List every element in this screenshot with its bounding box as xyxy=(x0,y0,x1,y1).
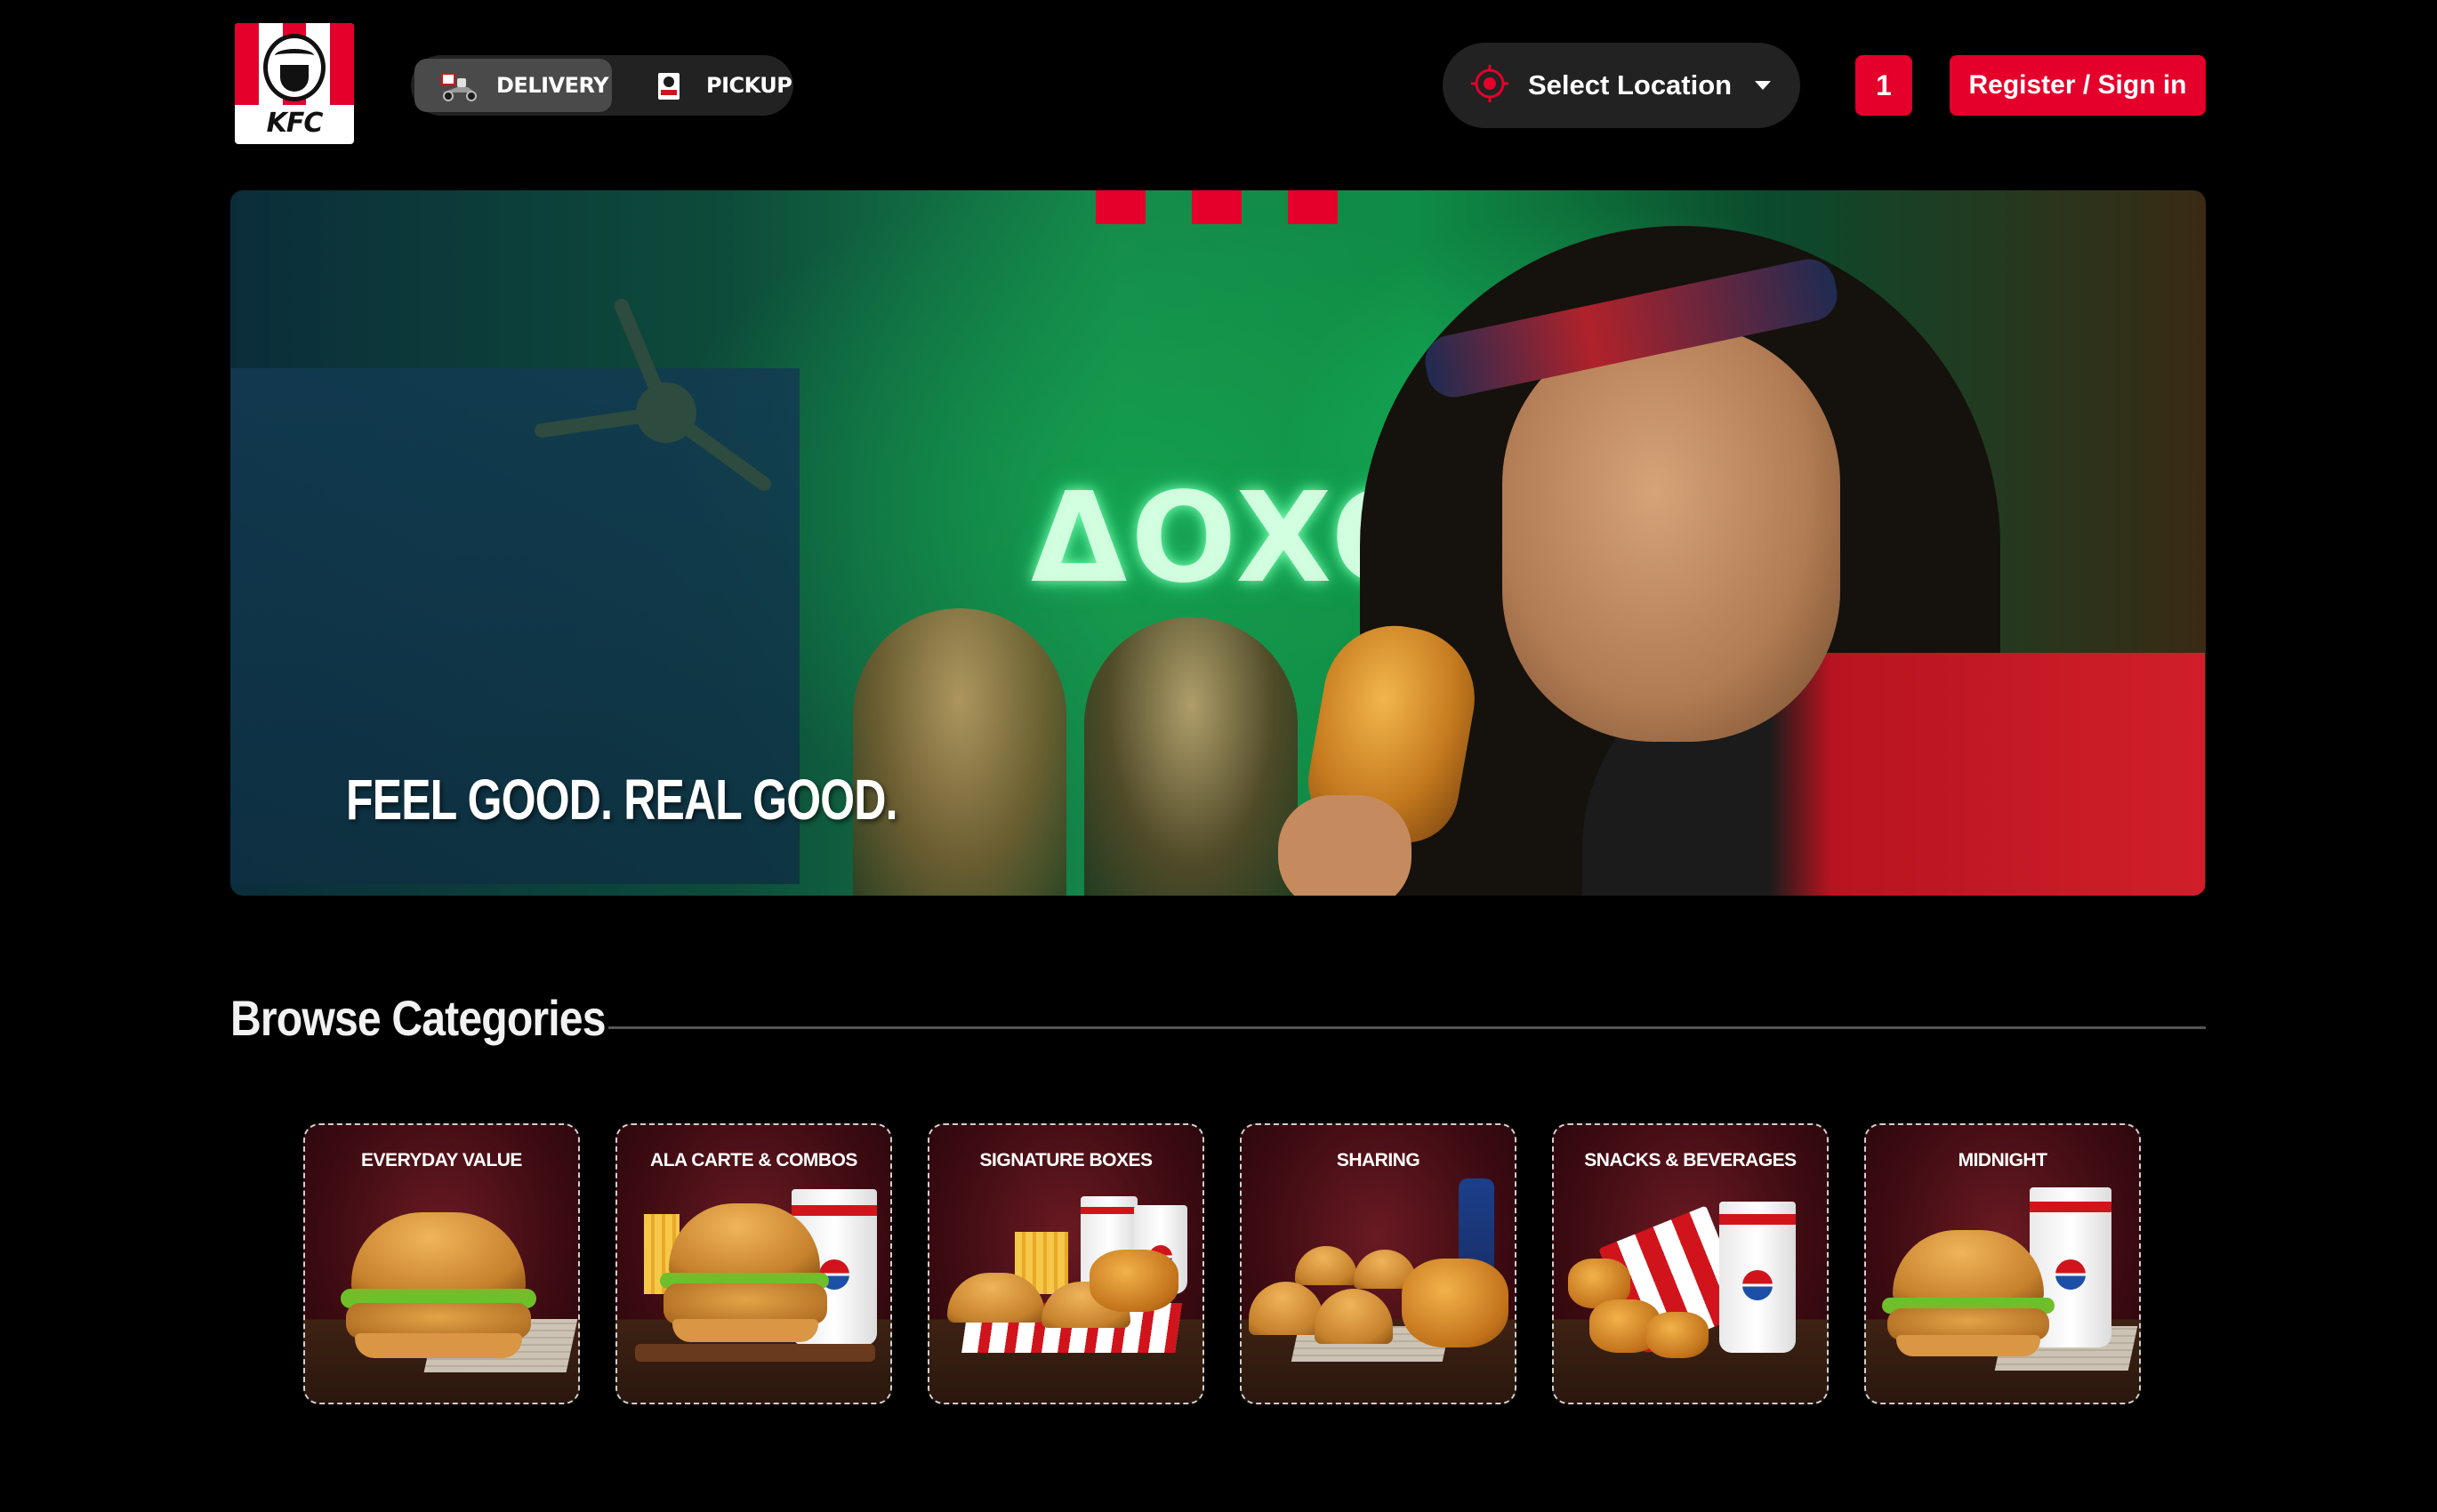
cart-button[interactable]: 1 xyxy=(1855,55,1912,116)
colonel-face-icon xyxy=(263,34,326,101)
browse-categories-heading: Browse Categories xyxy=(230,990,607,1046)
order-mode-toggle: DELIVERY PICKUP xyxy=(411,55,793,116)
logo-wordmark: KFC xyxy=(266,108,324,139)
burger-illustration xyxy=(1315,1289,1393,1344)
delivery-scooter-icon xyxy=(438,68,480,103)
category-label: EVERYDAY VALUE xyxy=(361,1150,522,1170)
category-label: SHARING xyxy=(1336,1150,1420,1170)
category-grid: EVERYDAY VALUE ALA CARTE & COMBOS SIGNAT… xyxy=(303,1123,2141,1404)
top-navigation-bar: KFC DELIVERY PICKUP Select Location 1 Re… xyxy=(0,0,2437,178)
burger-illustration xyxy=(1249,1282,1323,1335)
category-card-sharing[interactable]: SHARING xyxy=(1240,1123,1516,1404)
nugget-illustration xyxy=(1646,1312,1709,1358)
carousel-indicators xyxy=(1096,190,1338,224)
pepsi-cup-illustration xyxy=(1719,1202,1796,1353)
wooden-board xyxy=(635,1344,875,1362)
category-card-ala-carte-combos[interactable]: ALA CARTE & COMBOS xyxy=(615,1123,892,1404)
hand-holding-chicken xyxy=(1278,795,1412,896)
burger-illustration xyxy=(1295,1246,1357,1285)
delivery-mode-button[interactable]: DELIVERY xyxy=(414,59,612,112)
register-signin-button[interactable]: Register / Sign in xyxy=(1950,55,2206,116)
delivery-mode-label: DELIVERY xyxy=(496,73,609,98)
category-label: ALA CARTE & COMBOS xyxy=(650,1150,857,1170)
select-location-button[interactable]: Select Location xyxy=(1443,43,1800,128)
fried-chicken-illustration xyxy=(1402,1259,1508,1347)
category-label: MIDNIGHT xyxy=(1958,1150,2047,1170)
carousel-dot[interactable] xyxy=(1288,190,1338,224)
chevron-down-icon xyxy=(1755,81,1772,90)
crosshair-icon xyxy=(1469,63,1510,109)
category-label: SIGNATURE BOXES xyxy=(979,1150,1153,1170)
main-figure-face xyxy=(1502,324,1840,742)
pickup-mode-label: PICKUP xyxy=(706,73,792,98)
category-card-snacks-beverages[interactable]: SNACKS & BEVERAGES xyxy=(1552,1123,1829,1404)
category-label: SNACKS & BEVERAGES xyxy=(1584,1150,1797,1170)
ceiling-fan-illustration xyxy=(535,299,771,491)
burger-illustration xyxy=(351,1212,526,1298)
category-card-signature-boxes[interactable]: SIGNATURE BOXES xyxy=(928,1123,1204,1404)
burger-bun xyxy=(672,1319,818,1342)
burger-illustration xyxy=(1893,1230,2044,1305)
heading-divider xyxy=(608,1026,2206,1029)
carousel-dot[interactable] xyxy=(1096,190,1146,224)
carousel-dot[interactable] xyxy=(1192,190,1242,224)
pickup-mode-button[interactable]: PICKUP xyxy=(612,59,811,112)
category-card-midnight[interactable]: MIDNIGHT xyxy=(1864,1123,2141,1404)
hero-tagline: FEEL GOOD. REAL GOOD. xyxy=(346,768,897,832)
category-card-everyday-value[interactable]: EVERYDAY VALUE xyxy=(303,1123,580,1404)
kfc-logo[interactable]: KFC xyxy=(235,23,354,144)
friend-figure-right xyxy=(1084,617,1298,896)
friend-figure-left xyxy=(853,608,1066,896)
location-label: Select Location xyxy=(1528,69,1733,101)
pickup-bag-icon xyxy=(647,68,690,103)
fried-chicken-illustration xyxy=(1090,1250,1178,1312)
hero-banner[interactable]: ΔOXO FEEL GOOD. REAL GOOD. xyxy=(230,190,2206,896)
burger-bun xyxy=(1896,1335,2040,1356)
burger-bun xyxy=(355,1333,522,1358)
